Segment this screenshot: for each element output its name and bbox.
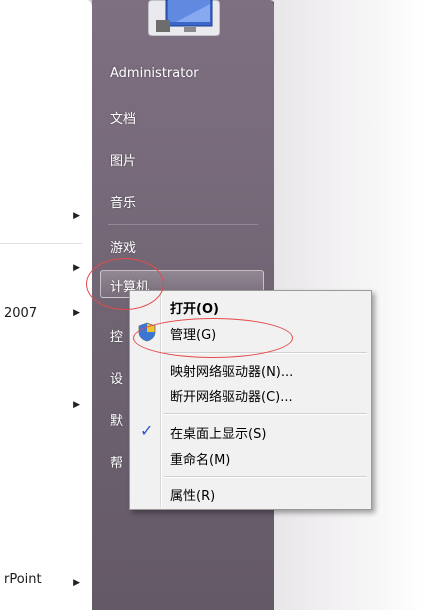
menu-divider (164, 413, 367, 415)
user-avatar-icon[interactable] (148, 0, 220, 36)
divider (0, 243, 82, 244)
programs-pane: ▶ ▶ 2007 ▶ ▶ rPoint ▶ (0, 0, 93, 610)
menu-item-map-network-drive[interactable]: 映射网络驱动器(N)... (170, 361, 293, 380)
triangle-right-icon: ▶ (73, 308, 80, 318)
music-item[interactable]: 音乐 (110, 192, 136, 211)
program-item-office-2007[interactable]: 2007 ▶ (0, 303, 92, 325)
menu-item-open[interactable]: 打开(O) (170, 298, 219, 317)
user-name-item[interactable]: Administrator (110, 66, 199, 81)
program-item-powerpoint[interactable]: rPoint ▶ (0, 569, 92, 591)
menu-item-disconnect-network-drive[interactable]: 断开网络驱动器(C)... (170, 386, 293, 405)
games-item[interactable]: 游戏 (110, 237, 136, 256)
menu-item-show-on-desktop[interactable]: 在桌面上显示(S) (170, 423, 266, 442)
program-item-4[interactable]: ▶ (0, 395, 92, 417)
documents-item[interactable]: 文档 (110, 108, 136, 127)
divider (108, 224, 258, 225)
program-item-2[interactable]: ▶ (0, 258, 92, 280)
pictures-item[interactable]: 图片 (110, 150, 136, 169)
devices-item[interactable]: 设 (110, 368, 123, 387)
annotation-oval-computer (86, 258, 164, 310)
triangle-right-icon: ▶ (73, 211, 80, 221)
checkmark-icon: ✓ (140, 421, 154, 440)
help-item[interactable]: 帮 (110, 452, 123, 471)
triangle-right-icon: ▶ (73, 578, 80, 588)
program-item-1[interactable]: ▶ (0, 206, 92, 228)
annotation-oval-manage (133, 318, 293, 358)
default-programs-item[interactable]: 默 (110, 410, 123, 429)
triangle-right-icon: ▶ (73, 263, 80, 273)
triangle-right-icon: ▶ (73, 400, 80, 410)
menu-divider (164, 476, 367, 478)
control-panel-item[interactable]: 控 (110, 326, 123, 345)
menu-item-properties[interactable]: 属性(R) (170, 485, 215, 504)
menu-item-rename[interactable]: 重命名(M) (170, 449, 230, 468)
